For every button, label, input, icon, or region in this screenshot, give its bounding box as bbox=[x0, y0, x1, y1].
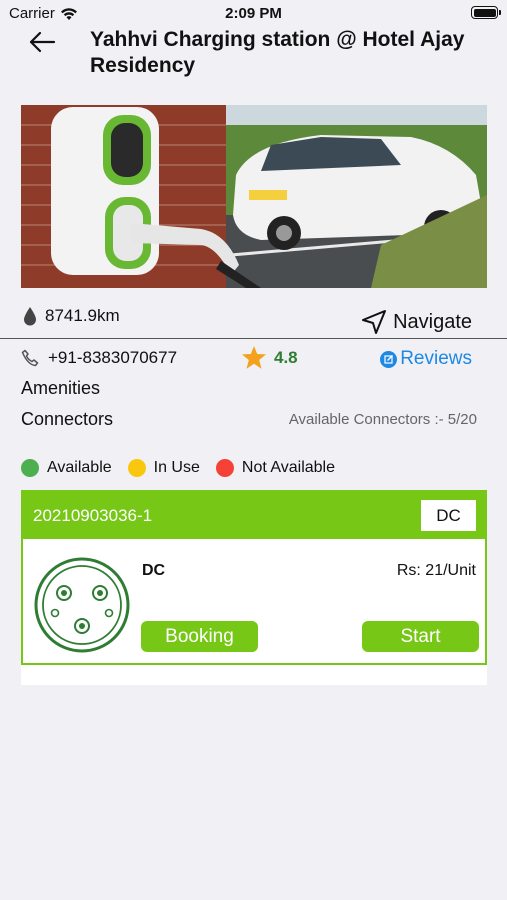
legend-available: Available bbox=[21, 459, 112, 477]
in-use-dot-icon bbox=[127, 459, 146, 477]
station-title: Yahhvi Charging station @ Hotel Ajay Res… bbox=[90, 28, 465, 77]
drop-icon bbox=[24, 307, 36, 326]
arrow-left-icon bbox=[29, 31, 56, 53]
connector-plug-icon bbox=[34, 557, 130, 653]
booking-button[interactable]: Booking bbox=[141, 621, 258, 652]
phone-icon bbox=[21, 349, 39, 367]
connector-card-container: 20210903036-1 DC DC Rs: 21/Unit Booking … bbox=[21, 490, 487, 685]
back-button[interactable] bbox=[26, 28, 58, 56]
connector-type-badge: DC bbox=[421, 500, 476, 531]
start-button[interactable]: Start bbox=[362, 621, 479, 652]
clock: 2:09 PM bbox=[225, 5, 282, 22]
divider bbox=[0, 338, 507, 339]
connector-name: DC bbox=[142, 562, 166, 579]
amenities-label: Amenities bbox=[21, 378, 101, 398]
connector-price: Rs: 21/Unit bbox=[396, 562, 476, 579]
legend-label: Available bbox=[47, 459, 112, 476]
reviews-label: Reviews bbox=[400, 348, 472, 369]
edit-icon bbox=[380, 350, 398, 368]
navigate-label: Navigate bbox=[393, 310, 472, 333]
star-icon bbox=[242, 346, 266, 369]
legend-not-available: Not Available bbox=[215, 459, 335, 477]
available-dot-icon bbox=[21, 459, 39, 477]
ev-charging-photo bbox=[21, 105, 487, 288]
distance-info: 8741.9km bbox=[23, 306, 120, 326]
legend-label: In Use bbox=[153, 459, 200, 476]
legend-in-use: In Use bbox=[127, 459, 200, 477]
reviews-link[interactable]: Reviews bbox=[380, 348, 472, 370]
connector-card-header: 20210903036-1 DC bbox=[23, 492, 485, 539]
distance-value: 8741.9km bbox=[45, 306, 120, 325]
rating-value: 4.8 bbox=[274, 347, 298, 367]
rating: 4.8 bbox=[241, 345, 298, 370]
connector-card: 20210903036-1 DC DC Rs: 21/Unit Booking … bbox=[21, 490, 487, 665]
navigation-arrow-icon bbox=[362, 310, 387, 334]
connector-id: 20210903036-1 bbox=[33, 506, 153, 525]
status-legend: Available In Use Not Available bbox=[21, 459, 351, 477]
phone-link[interactable]: +91-8383070677 bbox=[21, 348, 177, 368]
battery-icon bbox=[471, 6, 501, 19]
status-bar: Carrier 2:09 PM bbox=[0, 0, 507, 26]
not-available-dot-icon bbox=[215, 459, 234, 477]
legend-label: Not Available bbox=[241, 459, 335, 476]
connectors-label: Connectors bbox=[21, 409, 114, 429]
available-connectors-count: Available Connectors :- 5/20 bbox=[288, 411, 477, 428]
phone-number: +91-8383070677 bbox=[48, 348, 178, 367]
navigate-button[interactable]: Navigate bbox=[361, 309, 472, 335]
